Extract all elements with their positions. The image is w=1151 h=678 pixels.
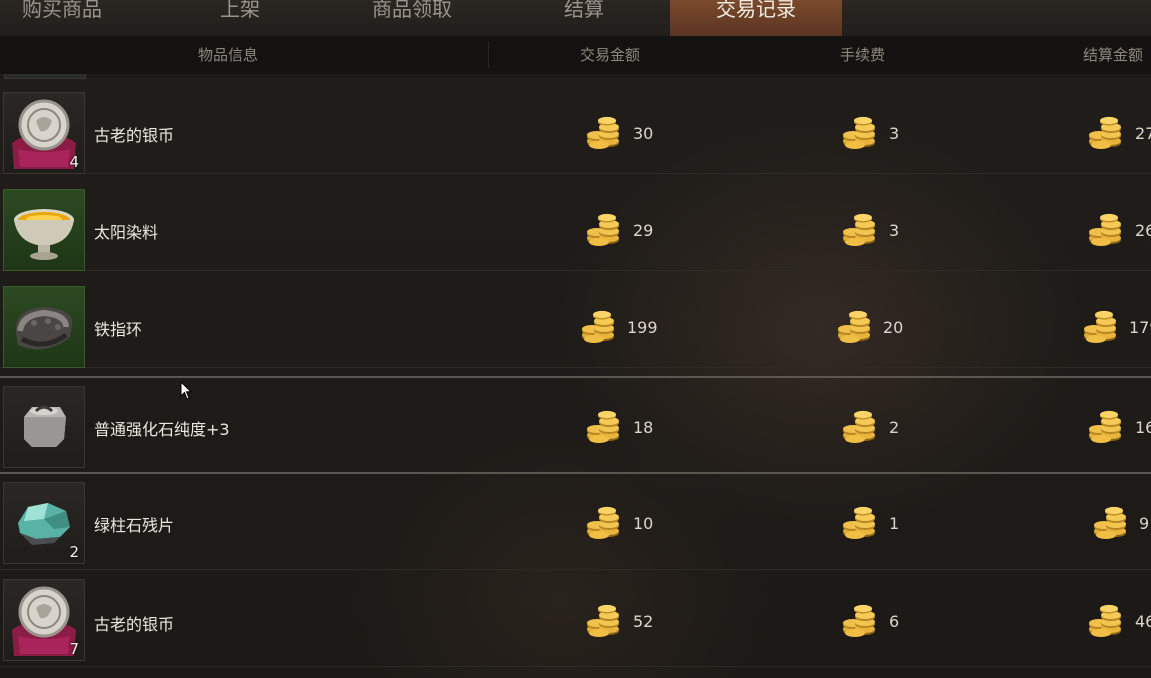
settle-amount: 26: [1135, 221, 1151, 240]
item-count: 4: [69, 153, 79, 171]
trade-amount: 29: [633, 221, 654, 240]
table-row[interactable]: 2 绿柱石残片 10 1 9: [0, 474, 1151, 570]
tab-trade-history[interactable]: 交易记录: [670, 0, 842, 36]
item-count: 2: [69, 543, 79, 561]
header-settle-amount: 结算金额: [1083, 46, 1144, 64]
header-fee: 手续费: [840, 46, 886, 64]
item-slot[interactable]: 7: [3, 579, 85, 661]
fee-amount: 6: [889, 612, 900, 631]
gold-coin-icon: [841, 604, 877, 638]
table-row[interactable]: 7 古老的银币 52 6 46: [0, 571, 1151, 667]
item-name: 太阳染料: [94, 223, 159, 242]
gold-coin-icon: [1087, 410, 1123, 444]
gold-coin-icon: [1082, 310, 1118, 344]
item-slot[interactable]: [3, 286, 85, 368]
fee-amount: 3: [889, 221, 900, 240]
settle-amount: 179: [1129, 318, 1151, 337]
trade-amount: 10: [633, 514, 654, 533]
iron-ring-icon: [15, 307, 73, 350]
item-name: 古老的银币: [94, 126, 175, 145]
tab-bar: 购买商品 上架 商品领取 结算 交易记录: [0, 0, 1151, 36]
gold-coin-icon: [580, 310, 616, 344]
gold-coin-icon: [841, 506, 877, 540]
item-slot[interactable]: [3, 189, 85, 271]
table-row[interactable]: 普通强化石纯度+3 18 2 16: [0, 376, 1151, 474]
trade-window: 购买商品 上架 商品领取 结算 交易记录 物品信息 交易金额 手续费 结算金额: [0, 0, 1151, 678]
gold-coin-icon: [1087, 604, 1123, 638]
header-divider: [488, 42, 489, 68]
gold-coin-icon: [1092, 506, 1128, 540]
settle-amount: 46: [1135, 612, 1151, 631]
header-item-info: 物品信息: [198, 46, 259, 64]
settle-amount: 9: [1139, 514, 1150, 533]
tab-label: 上架: [220, 0, 260, 21]
gold-coin-icon: [836, 310, 872, 344]
fee-amount: 3: [889, 124, 900, 143]
gold-coin-icon: [841, 116, 877, 150]
gold-coin-icon: [585, 410, 621, 444]
item-slot[interactable]: 4: [3, 92, 85, 174]
item-name: 铁指环: [94, 320, 143, 339]
tab-claim-items[interactable]: 商品领取: [326, 0, 498, 36]
tab-label: 结算: [564, 0, 604, 21]
tab-settlement[interactable]: 结算: [498, 0, 670, 36]
dye-bowl-icon: [14, 209, 74, 260]
gold-coin-icon: [585, 604, 621, 638]
item-count: 7: [69, 640, 79, 658]
item-slot[interactable]: [3, 386, 85, 468]
gold-coin-icon: [585, 506, 621, 540]
gold-coin-icon: [841, 213, 877, 247]
trade-amount: 18: [633, 418, 654, 437]
tab-list-item[interactable]: 上架: [154, 0, 326, 36]
tab-buy-items[interactable]: 购买商品: [0, 0, 148, 36]
fee-amount: 1: [889, 514, 900, 533]
item-slot[interactable]: 2: [3, 482, 85, 564]
gold-coin-icon: [1087, 116, 1123, 150]
table-header: 物品信息 交易金额 手续费 结算金额: [0, 36, 1151, 75]
fee-amount: 2: [889, 418, 900, 437]
gold-coin-icon: [1087, 213, 1123, 247]
table-row[interactable]: 4 古老的银币 30 3 27: [0, 78, 1151, 174]
settle-amount: 27: [1135, 124, 1151, 143]
tab-label: 交易记录: [716, 0, 796, 21]
header-trade-amount: 交易金额: [580, 46, 641, 64]
tab-label: 购买商品: [22, 0, 102, 21]
trade-amount: 199: [627, 318, 658, 337]
settle-amount: 16: [1135, 418, 1151, 437]
item-name: 绿柱石残片: [94, 516, 175, 535]
enhance-stone-icon: [24, 405, 66, 447]
trade-amount: 52: [633, 612, 654, 631]
item-name: 普通强化石纯度+3: [94, 420, 230, 439]
table-row[interactable]: 铁指环 199 20 179: [0, 272, 1151, 368]
item-name: 古老的银币: [94, 615, 175, 634]
table-row[interactable]: 太阳染料 29 3 26: [0, 175, 1151, 271]
fee-amount: 20: [883, 318, 904, 337]
mouse-cursor-icon: [180, 381, 193, 400]
tab-label: 商品领取: [372, 0, 452, 21]
trade-amount: 30: [633, 124, 654, 143]
gold-coin-icon: [841, 410, 877, 444]
gold-coin-icon: [585, 116, 621, 150]
gold-coin-icon: [585, 213, 621, 247]
